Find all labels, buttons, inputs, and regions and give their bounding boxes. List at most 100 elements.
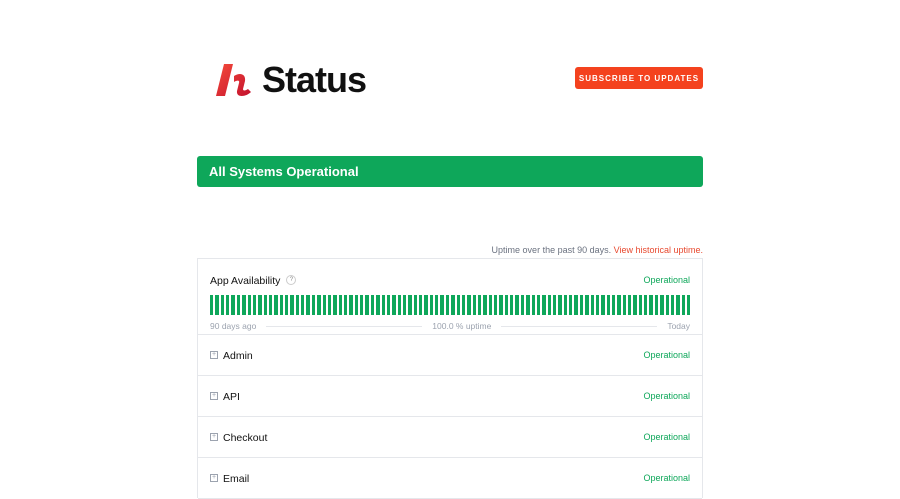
uptime-day-bar[interactable] (488, 295, 493, 315)
uptime-day-bar[interactable] (392, 295, 396, 315)
component-row[interactable]: + Checkout Operational (198, 417, 702, 458)
uptime-day-bar[interactable] (413, 295, 418, 315)
uptime-day-bar[interactable] (665, 295, 669, 315)
uptime-day-bar[interactable] (574, 295, 578, 315)
uptime-day-bar[interactable] (477, 295, 482, 315)
uptime-day-bar[interactable] (231, 295, 235, 315)
uptime-day-bar[interactable] (644, 295, 648, 315)
uptime-day-bar[interactable] (435, 295, 439, 315)
uptime-day-bar[interactable] (628, 295, 632, 315)
expand-icon[interactable]: + (210, 391, 218, 400)
uptime-day-bar[interactable] (660, 295, 664, 315)
uptime-day-bar[interactable] (504, 295, 509, 315)
uptime-day-bar[interactable] (349, 295, 353, 315)
uptime-day-bar[interactable] (606, 295, 610, 315)
historical-uptime-link[interactable]: View historical uptime. (614, 245, 703, 255)
uptime-day-bar[interactable] (252, 295, 257, 315)
uptime-day-bar[interactable] (536, 295, 541, 315)
uptime-day-bar[interactable] (440, 295, 444, 315)
uptime-day-bar[interactable] (419, 295, 423, 315)
uptime-day-bar[interactable] (408, 295, 412, 315)
uptime-day-bar[interactable] (295, 295, 300, 315)
uptime-day-bar[interactable] (499, 295, 503, 315)
uptime-day-bar[interactable] (429, 295, 434, 315)
uptime-day-bar[interactable] (360, 295, 364, 315)
uptime-day-bar[interactable] (494, 295, 498, 315)
uptime-day-bar[interactable] (676, 295, 680, 315)
uptime-day-bar[interactable] (210, 295, 214, 315)
uptime-day-bar[interactable] (553, 295, 557, 315)
uptime-day-bar[interactable] (424, 295, 428, 315)
expand-icon[interactable]: + (210, 432, 218, 441)
uptime-day-bar[interactable] (451, 295, 455, 315)
uptime-day-bar[interactable] (445, 295, 450, 315)
component-row[interactable]: + Admin Operational (198, 335, 702, 376)
uptime-day-bar[interactable] (317, 295, 321, 315)
uptime-day-bar[interactable] (622, 295, 627, 315)
uptime-day-bar[interactable] (595, 295, 600, 315)
uptime-day-bar[interactable] (301, 295, 305, 315)
uptime-day-bar[interactable] (456, 295, 460, 315)
uptime-day-bar[interactable] (515, 295, 519, 315)
uptime-day-bar[interactable] (215, 295, 219, 315)
uptime-day-bar[interactable] (268, 295, 273, 315)
uptime-day-bar[interactable] (311, 295, 316, 315)
uptime-day-bar[interactable] (338, 295, 342, 315)
uptime-day-bar[interactable] (510, 295, 514, 315)
uptime-day-bar[interactable] (365, 295, 369, 315)
subscribe-button[interactable]: SUBSCRIBE TO UPDATES (575, 67, 703, 89)
uptime-day-bar[interactable] (397, 295, 401, 315)
component-row[interactable]: + Email Operational (198, 458, 702, 499)
uptime-day-bar[interactable] (381, 295, 385, 315)
uptime-day-bar[interactable] (376, 295, 380, 315)
uptime-day-bar[interactable] (617, 295, 621, 315)
uptime-day-bar[interactable] (638, 295, 643, 315)
uptime-day-bar[interactable] (601, 295, 605, 315)
uptime-day-bar[interactable] (370, 295, 375, 315)
uptime-day-bar[interactable] (274, 295, 278, 315)
uptime-day-bar[interactable] (531, 295, 535, 315)
uptime-day-bar[interactable] (247, 295, 251, 315)
uptime-day-bar[interactable] (306, 295, 310, 315)
uptime-day-bar[interactable] (333, 295, 337, 315)
uptime-day-bar[interactable] (290, 295, 294, 315)
uptime-day-bar[interactable] (461, 295, 466, 315)
uptime-day-bar[interactable] (569, 295, 573, 315)
uptime-day-bar[interactable] (681, 295, 685, 315)
uptime-day-bar[interactable] (467, 295, 471, 315)
uptime-day-bar[interactable] (226, 295, 230, 315)
component-row[interactable]: + API Operational (198, 376, 702, 417)
uptime-day-bar[interactable] (285, 295, 289, 315)
uptime-day-bar[interactable] (263, 295, 267, 315)
uptime-day-bar[interactable] (386, 295, 391, 315)
expand-icon[interactable]: + (210, 350, 218, 359)
uptime-day-bar[interactable] (472, 295, 476, 315)
uptime-day-bar[interactable] (520, 295, 525, 315)
uptime-day-bar[interactable] (354, 295, 359, 315)
uptime-day-bar[interactable] (633, 295, 637, 315)
uptime-day-bar[interactable] (327, 295, 332, 315)
uptime-day-bar[interactable] (654, 295, 659, 315)
help-icon[interactable]: ? (286, 274, 297, 285)
uptime-day-bar[interactable] (279, 295, 284, 315)
uptime-day-bar[interactable] (590, 295, 594, 315)
uptime-day-bar[interactable] (322, 295, 326, 315)
uptime-day-bar[interactable] (258, 295, 262, 315)
uptime-day-bar[interactable] (579, 295, 584, 315)
uptime-day-bar[interactable] (242, 295, 246, 315)
uptime-day-bar[interactable] (670, 295, 675, 315)
uptime-day-bar[interactable] (686, 295, 691, 315)
uptime-day-bar[interactable] (526, 295, 530, 315)
uptime-day-bar[interactable] (611, 295, 616, 315)
expand-icon[interactable]: + (210, 473, 218, 482)
uptime-day-bar[interactable] (547, 295, 551, 315)
uptime-day-bar[interactable] (558, 295, 562, 315)
uptime-day-bar[interactable] (402, 295, 407, 315)
uptime-day-bar[interactable] (220, 295, 225, 315)
uptime-day-bar[interactable] (563, 295, 568, 315)
uptime-day-bar[interactable] (649, 295, 653, 315)
uptime-day-bar[interactable] (236, 295, 241, 315)
uptime-day-bar[interactable] (585, 295, 589, 315)
uptime-day-bar[interactable] (483, 295, 487, 315)
uptime-day-bar[interactable] (542, 295, 546, 315)
